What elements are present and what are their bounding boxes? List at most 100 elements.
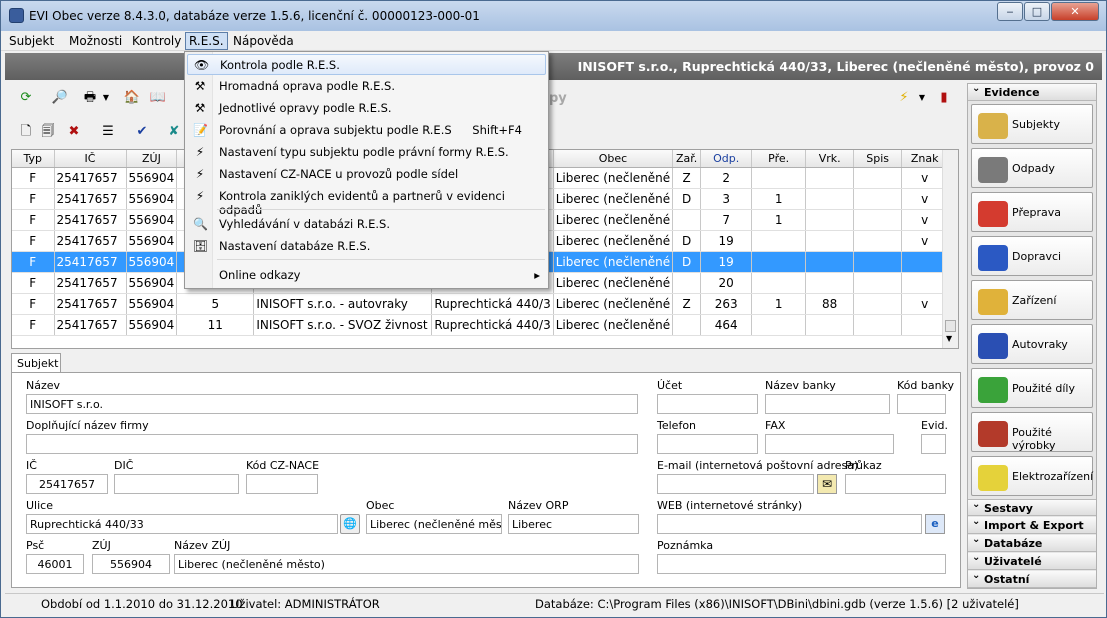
orp-field[interactable]: Liberec — [508, 514, 639, 534]
new-doc-icon[interactable]: 🗋 — [17, 123, 35, 141]
sidebar-item-přeprava[interactable]: Přeprava — [971, 192, 1093, 232]
email-field[interactable] — [657, 474, 814, 494]
prukaz-field[interactable] — [845, 474, 946, 494]
sidebar-item-použité-díly[interactable]: Použité díly — [971, 368, 1093, 408]
sidebar-item-odpady[interactable]: Odpady — [971, 148, 1093, 188]
zuj-field[interactable]: 556904 — [92, 554, 170, 574]
nazev-zuj-field[interactable]: Liberec (nečleněné město) — [174, 554, 639, 574]
sidebar-section-sestavy[interactable]: Sestavy — [968, 499, 1096, 516]
delete-doc-icon[interactable]: ✖ — [65, 123, 83, 141]
sidebar-section-import-export[interactable]: Import & Export — [968, 516, 1096, 534]
menu-item-6[interactable]: ⚡ Kontrola zaniklých evidentů a partnerů … — [187, 186, 546, 217]
cell-typ: F — [12, 167, 55, 189]
cancel-icon[interactable]: ✘ — [165, 123, 183, 141]
print-dropdown-icon[interactable]: ▼ — [97, 89, 115, 107]
search-icon[interactable]: 🔎 — [51, 89, 69, 107]
menu-item-9[interactable]: Online odkazy ▸ — [187, 265, 546, 286]
sidebar-item-autovraky[interactable]: Autovraky — [971, 324, 1093, 364]
sidebar-item-dopravci[interactable]: Dopravci — [971, 236, 1093, 276]
web-field[interactable] — [657, 514, 922, 534]
kod-banky-field[interactable] — [897, 394, 946, 414]
col-typ[interactable]: Typ — [12, 150, 55, 168]
cell-spis — [853, 251, 903, 273]
sidebar-item-zařízení[interactable]: Zařízení — [971, 280, 1093, 320]
col-vrk[interactable]: Vrk. — [805, 150, 855, 168]
menu-item-3[interactable]: 📝 Porovnání a oprava subjektu podle R.E.S… — [187, 120, 546, 141]
telefon-field[interactable] — [657, 434, 758, 454]
menu-moznosti[interactable]: Možnosti — [69, 34, 122, 48]
dic-field[interactable] — [114, 474, 239, 494]
menu-item-1[interactable]: ⚒ Hromadná oprava podle R.E.S. — [187, 76, 546, 97]
maximize-button[interactable]: □ — [1024, 2, 1050, 21]
sidebar-section-evidence[interactable]: Evidence — [968, 83, 1096, 101]
poznamka-field[interactable] — [657, 554, 946, 574]
ucet-field[interactable] — [657, 394, 758, 414]
fax-field[interactable] — [765, 434, 894, 454]
col-znak[interactable]: Znak — [901, 150, 949, 168]
internet-explorer-icon[interactable]: e — [925, 514, 945, 534]
res-dropdown-menu: 👁 Kontrola podle R.E.S. ⚒ Hromadná oprava p… — [184, 51, 549, 289]
table-row[interactable]: F 25417657 556904 5 INISOFT s.r.o. - autovra… — [12, 293, 949, 315]
sidebar-item-subjekty[interactable]: Subjekty — [971, 104, 1093, 144]
tab-subjekt[interactable]: Subjekt — [11, 353, 61, 373]
nace-field[interactable] — [246, 474, 318, 494]
grid-scrollbar[interactable]: ▼ — [942, 150, 958, 348]
obec-label: Obec — [366, 499, 395, 512]
col-pre[interactable]: Pře. — [751, 150, 807, 168]
psc-field[interactable]: 46001 — [26, 554, 84, 574]
sidebar-item-použité-výrobky[interactable]: Použité výrobky — [971, 412, 1093, 452]
banka-field[interactable] — [765, 394, 890, 414]
menu-kontroly[interactable]: Kontroly — [132, 34, 181, 48]
house-icon[interactable]: 🏠 — [123, 89, 141, 107]
email-envelope-icon[interactable]: ✉ — [817, 474, 837, 494]
scroll-down-icon[interactable]: ▼ — [946, 334, 952, 343]
obec-field[interactable]: Liberec (nečleněné město) — [366, 514, 502, 534]
exit-icon[interactable]: ▮ — [935, 89, 953, 107]
col-odp[interactable]: Odp. — [700, 150, 753, 168]
lightning-dropdown-icon[interactable]: ▼ — [913, 89, 931, 107]
minimize-button[interactable]: ‒ — [997, 2, 1023, 21]
menu-item-8[interactable]: 🗄 Nastavení databáze R.E.S. — [187, 236, 546, 257]
col-zar[interactable]: Zař. — [672, 150, 702, 168]
menu-res[interactable]: R.E.S. — [185, 32, 228, 50]
sidebar-item-label: Elektrozařízení — [1012, 470, 1094, 483]
lightning-icon: ⚡ — [195, 189, 205, 203]
cell-pre — [751, 251, 807, 273]
menu-item-2[interactable]: ⚒ Jednotlivé opravy podle R.E.S. — [187, 98, 546, 119]
menu-item-label: Kontrola zaniklých evidentů a partnerů v… — [219, 189, 505, 217]
menu-subjekt[interactable]: Subjekt — [9, 34, 54, 48]
close-button[interactable]: ✕ — [1051, 2, 1099, 21]
menu-item-shortcut: Shift+F4 — [472, 123, 522, 137]
menu-item-7[interactable]: 🔍 Vyhledávání v databázi R.E.S. — [187, 214, 546, 235]
book-icon[interactable]: 📖 — [149, 89, 167, 107]
list-icon[interactable]: ☰ — [99, 123, 117, 141]
menu-item-5[interactable]: ⚡ Nastavení CZ-NACE u provozů podle sídel — [187, 164, 546, 185]
ic-field[interactable]: 25417657 — [26, 474, 108, 494]
nazev-field[interactable]: INISOFT s.r.o. — [26, 394, 638, 414]
col-ic[interactable]: IČ — [54, 150, 127, 168]
refresh-icon[interactable]: ⟳ — [17, 89, 35, 107]
table-row[interactable]: F 25417657 556904 11 INISOFT s.r.o. - SVOZ ž… — [12, 314, 949, 336]
copy-doc-icon[interactable]: 🗐 — [39, 123, 57, 141]
sidebar-item-elektrozařízení[interactable]: Elektrozařízení — [971, 456, 1093, 496]
evid-field[interactable] — [921, 434, 946, 454]
ulice-field[interactable]: Ruprechtická 440/33 — [26, 514, 338, 534]
cell-spis — [853, 188, 903, 210]
col-obec[interactable]: Obec — [553, 150, 674, 168]
globe-icon[interactable]: 🌐 — [340, 514, 360, 534]
nace-label: Kód CZ-NACE — [246, 459, 320, 472]
scrollbar-thumb[interactable] — [945, 320, 956, 332]
doplnujici-field[interactable] — [26, 434, 638, 454]
sidebar-section-uzivatele[interactable]: Uživatelé — [968, 552, 1096, 570]
checkmark-icon[interactable]: ✔ — [133, 123, 151, 141]
menu-item-4[interactable]: ⚡ Nastavení typu subjektu podle právní fo… — [187, 142, 546, 163]
menu-napoveda[interactable]: Nápověda — [233, 34, 294, 48]
col-zuj[interactable]: ZÚJ — [126, 150, 178, 168]
col-spis[interactable]: Spis — [853, 150, 903, 168]
lightning-icon[interactable]: ⚡ — [895, 89, 913, 107]
sidebar-section-ostatni[interactable]: Ostatní — [968, 570, 1096, 588]
sidebar-section-databaze[interactable]: Databáze — [968, 534, 1096, 552]
menu-item-0[interactable]: 👁 Kontrola podle R.E.S. — [187, 54, 546, 75]
cell-zuj: 556904 — [126, 209, 178, 231]
cell-zuj: 556904 — [126, 314, 178, 336]
